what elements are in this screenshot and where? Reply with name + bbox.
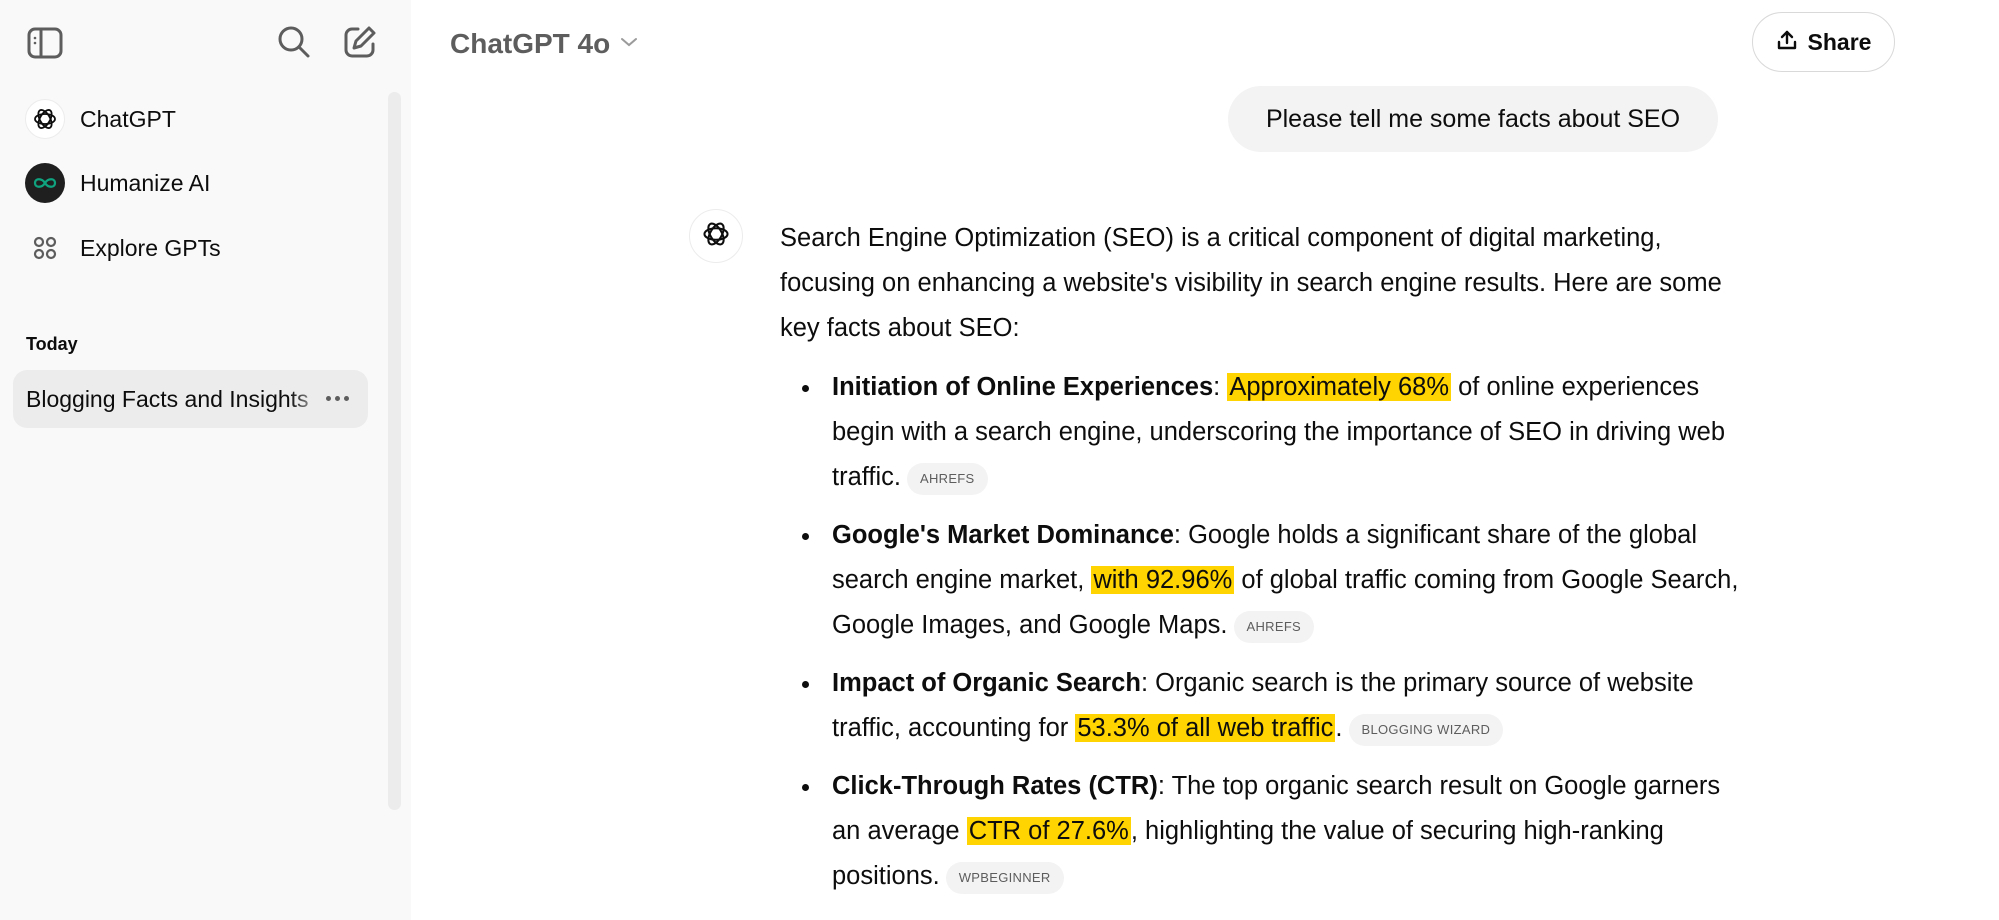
fact-title: Click-Through Rates (CTR) xyxy=(832,772,1158,800)
history-item[interactable]: Blogging Facts and Insights xyxy=(13,370,368,428)
list-item: Impact of Organic Search: Organic search… xyxy=(780,661,1740,751)
infinity-icon xyxy=(25,163,65,203)
citation-badge[interactable]: AHREFS xyxy=(906,463,988,495)
new-chat-icon[interactable] xyxy=(338,20,382,64)
openai-logo-icon xyxy=(701,219,731,254)
sidebar-item-chatgpt[interactable]: ChatGPT xyxy=(13,91,368,147)
sidebar-item-humanize-ai[interactable]: Humanize AI xyxy=(13,155,368,211)
sidebar: ChatGPT Humanize AI Explore GPTs Today B… xyxy=(0,0,411,920)
model-selector[interactable]: ChatGPT 4o xyxy=(450,24,638,64)
assistant-message: Search Engine Optimization (SEO) is a cr… xyxy=(780,216,1740,912)
search-icon[interactable] xyxy=(272,20,316,64)
highlighted-stat: 53.3% of all web traffic xyxy=(1075,714,1336,742)
fact-title: Google's Market Dominance xyxy=(832,521,1174,549)
more-options-icon[interactable] xyxy=(322,384,352,412)
citation-badge[interactable]: BLOGGING WIZARD xyxy=(1348,714,1504,746)
user-message-bubble: Please tell me some facts about SEO xyxy=(1228,86,1718,152)
share-icon xyxy=(1776,29,1798,56)
citation-badge[interactable]: WPBEGINNER xyxy=(945,862,1064,894)
list-item: Google's Market Dominance: Google holds … xyxy=(780,513,1740,648)
list-item: Initiation of Online Experiences: Approx… xyxy=(780,365,1740,500)
history-section-label: Today xyxy=(26,334,78,354)
fact-title: Initiation of Online Experiences xyxy=(832,373,1214,401)
chevron-down-icon xyxy=(620,35,638,53)
assistant-intro: Search Engine Optimization (SEO) is a cr… xyxy=(780,224,1722,342)
share-label: Share xyxy=(1807,28,1872,55)
sidebar-item-label: Humanize AI xyxy=(80,169,211,196)
fact-title: Impact of Organic Search xyxy=(832,669,1141,697)
sidebar-item-label: ChatGPT xyxy=(80,105,176,132)
user-message-text: Please tell me some facts about SEO xyxy=(1265,104,1681,133)
fact-text: . xyxy=(1335,714,1343,742)
openai-logo-icon xyxy=(25,99,65,139)
sidebar-scrollbar[interactable] xyxy=(388,92,401,810)
sidebar-toggle-icon[interactable] xyxy=(24,22,66,64)
sidebar-item-explore-gpts[interactable]: Explore GPTs xyxy=(13,220,368,276)
sidebar-item-label: Explore GPTs xyxy=(80,234,221,261)
share-button[interactable]: Share xyxy=(1752,12,1895,72)
model-title: ChatGPT 4o xyxy=(450,28,611,59)
history-item-label: Blogging Facts and Insights xyxy=(26,386,309,412)
grid-icon xyxy=(25,228,65,268)
facts-list: Initiation of Online Experiences: Approx… xyxy=(780,365,1740,899)
highlighted-stat: with 92.96% xyxy=(1091,566,1235,594)
citation-badge[interactable]: AHREFS xyxy=(1233,611,1315,643)
list-item: Click-Through Rates (CTR): The top organ… xyxy=(780,764,1740,899)
highlighted-stat: CTR of 27.6% xyxy=(966,817,1131,845)
highlighted-stat: Approximately 68% xyxy=(1227,373,1452,401)
assistant-avatar xyxy=(689,209,743,263)
